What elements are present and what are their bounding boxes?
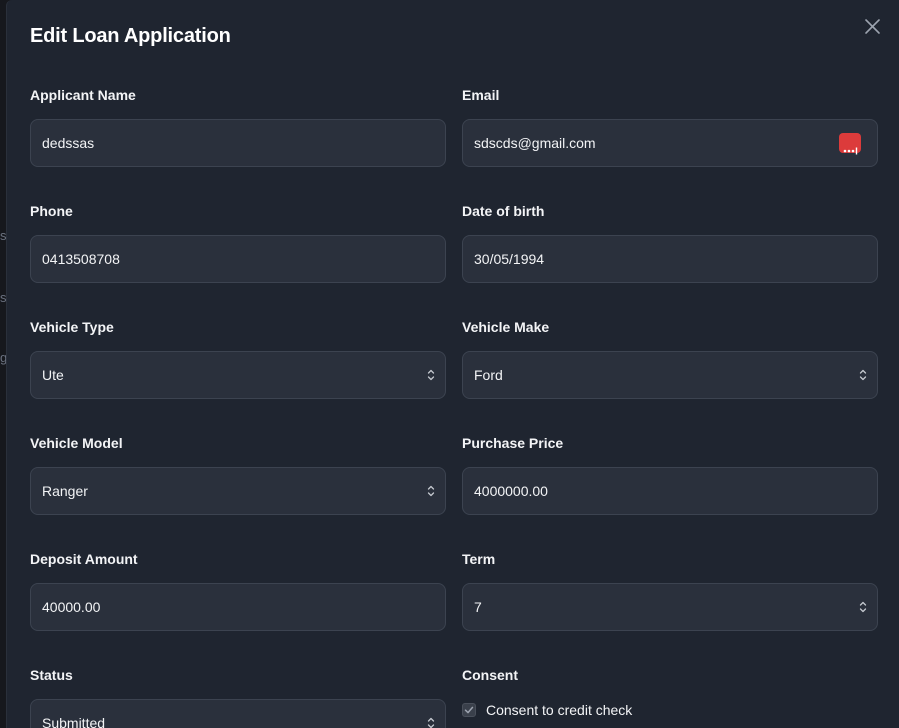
phone-label: Phone	[30, 203, 73, 219]
phone-input[interactable]: 0413508708	[30, 235, 446, 283]
email-value: sdscds@gmail.com	[474, 135, 596, 151]
phone-value: 0413508708	[42, 251, 120, 267]
purchase-price-value: 4000000.00	[474, 483, 548, 499]
term-select[interactable]: 7	[462, 583, 878, 631]
deposit-amount-input[interactable]: 40000.00	[30, 583, 446, 631]
consent-checkbox-label: Consent to credit check	[486, 702, 633, 718]
edit-loan-modal: Edit Loan Application Applicant Name ded…	[6, 0, 899, 728]
chevron-updown-icon	[427, 717, 435, 728]
chevron-updown-icon	[859, 601, 867, 613]
status-label: Status	[30, 667, 73, 683]
status-select[interactable]: Submitted	[30, 699, 446, 728]
modal-title: Edit Loan Application	[30, 25, 231, 47]
check-icon	[464, 706, 474, 714]
deposit-amount-value: 40000.00	[42, 599, 101, 615]
consent-label: Consent	[462, 667, 518, 683]
vehicle-model-select[interactable]: Ranger	[30, 467, 446, 515]
email-label: Email	[462, 87, 500, 103]
vehicle-type-select[interactable]: Ute	[30, 351, 446, 399]
applicant-name-label: Applicant Name	[30, 87, 136, 103]
applicant-name-value: dedssas	[42, 135, 95, 151]
close-button[interactable]	[862, 16, 884, 38]
close-icon	[865, 19, 880, 34]
purchase-price-input[interactable]: 4000000.00	[462, 467, 878, 515]
dob-value: 30/05/1994	[474, 251, 545, 267]
applicant-name-input[interactable]: dedssas	[30, 119, 446, 167]
consent-checkbox[interactable]	[462, 703, 476, 717]
status-value: Submitted	[42, 715, 106, 728]
vehicle-make-label: Vehicle Make	[462, 319, 550, 335]
vehicle-make-select[interactable]: Ford	[462, 351, 878, 399]
vehicle-type-value: Ute	[42, 367, 64, 383]
dob-input[interactable]: 30/05/1994	[462, 235, 878, 283]
chevron-updown-icon	[859, 369, 867, 381]
email-input[interactable]: sdscds@gmail.com	[462, 119, 878, 167]
term-value: 7	[474, 599, 482, 615]
term-label: Term	[462, 551, 496, 567]
purchase-price-label: Purchase Price	[462, 435, 564, 451]
dob-label: Date of birth	[462, 203, 545, 219]
vehicle-type-label: Vehicle Type	[30, 319, 114, 335]
vehicle-model-value: Ranger	[42, 483, 88, 499]
deposit-amount-label: Deposit Amount	[30, 551, 138, 567]
password-manager-icon[interactable]	[839, 133, 861, 155]
chevron-updown-icon	[427, 369, 435, 381]
chevron-updown-icon	[427, 485, 435, 497]
vehicle-model-label: Vehicle Model	[30, 435, 123, 451]
vehicle-make-value: Ford	[474, 367, 503, 383]
